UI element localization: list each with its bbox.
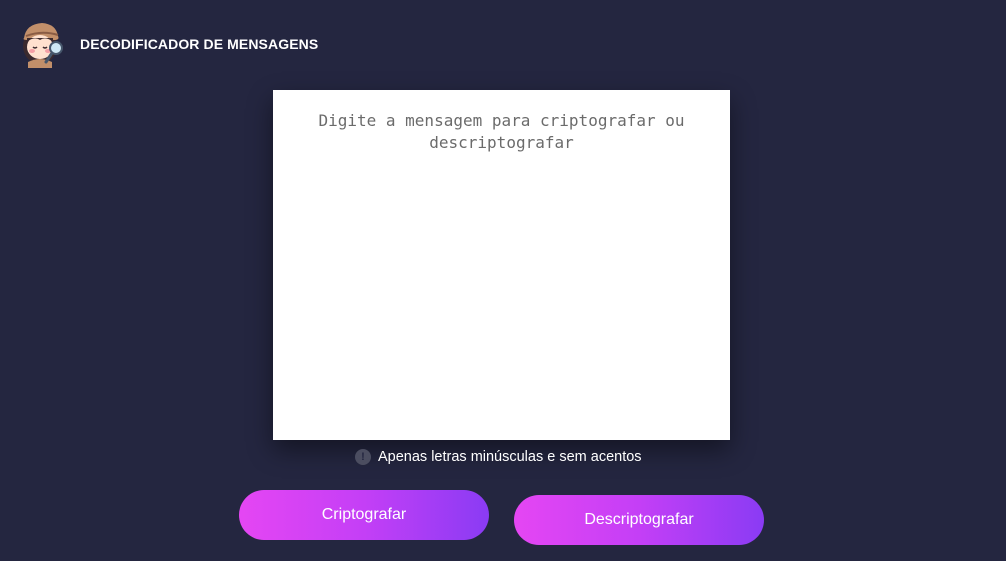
detective-girl-avatar-icon xyxy=(23,23,63,68)
input-hint: ! Apenas letras minúsculas e sem acentos xyxy=(355,449,642,465)
hint-text: Apenas letras minúsculas e sem acentos xyxy=(378,449,642,465)
exclamation-circle-icon: ! xyxy=(355,449,371,465)
message-editor-card xyxy=(273,90,730,440)
encrypt-button[interactable]: Criptografar xyxy=(239,490,489,540)
app-title: DECODIFICADOR DE MENSAGENS xyxy=(80,36,319,52)
page: DECODIFICADOR DE MENSAGENS ! Apenas letr… xyxy=(0,0,1006,561)
app-header: DECODIFICADOR DE MENSAGENS xyxy=(18,18,318,70)
message-input[interactable] xyxy=(273,90,730,440)
decrypt-button[interactable]: Descriptografar xyxy=(514,495,764,545)
